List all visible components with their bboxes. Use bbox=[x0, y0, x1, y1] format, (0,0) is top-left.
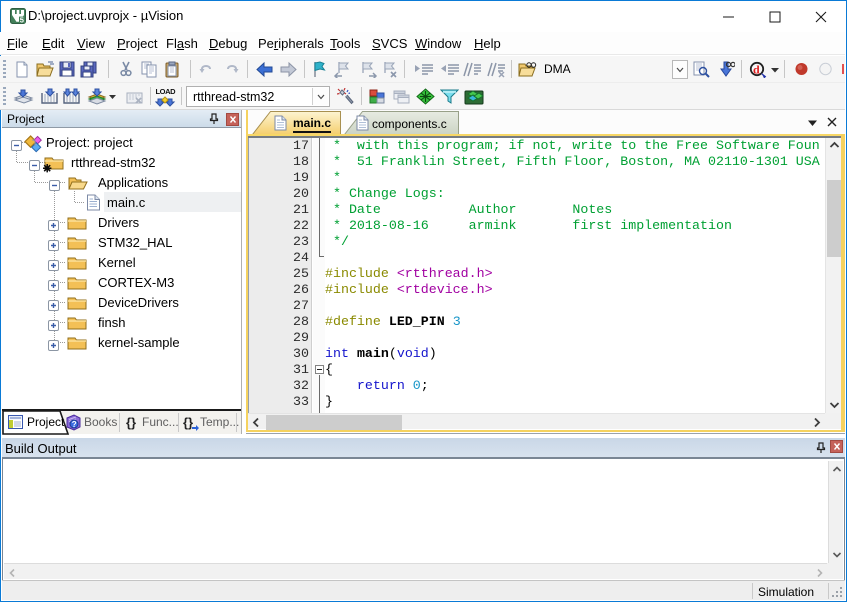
svg-text:?: ? bbox=[72, 420, 77, 429]
svg-text:LOAD: LOAD bbox=[156, 87, 177, 96]
svg-text:5: 5 bbox=[20, 15, 24, 24]
svg-text:d: d bbox=[753, 63, 760, 77]
